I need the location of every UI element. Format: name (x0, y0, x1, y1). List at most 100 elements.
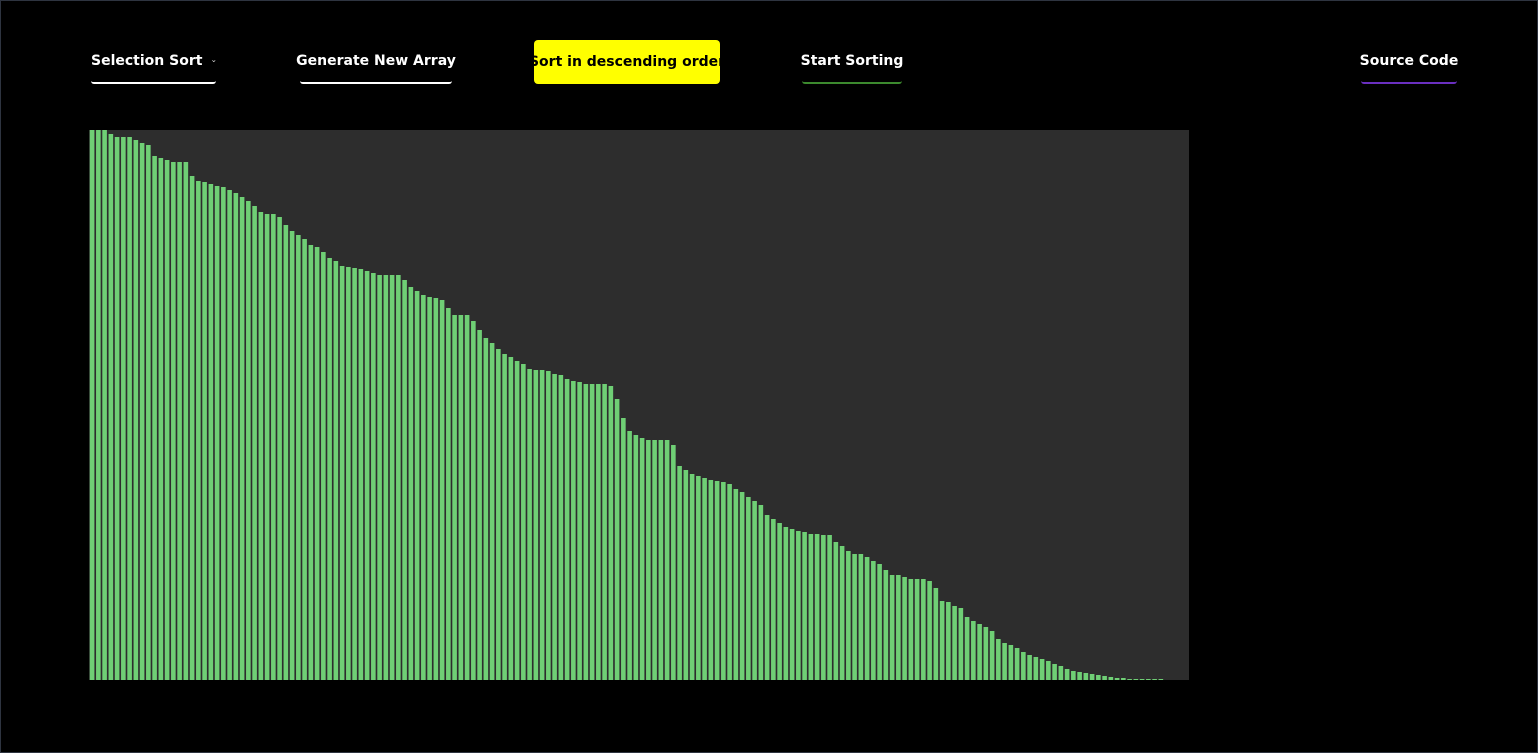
array-bar (921, 579, 926, 680)
array-bar (1089, 674, 1095, 680)
array-bar (602, 384, 607, 680)
array-bar (933, 588, 939, 680)
array-bar (777, 523, 782, 680)
array-bar (139, 143, 145, 680)
array-bar (902, 577, 907, 680)
algorithm-select-label: Selection Sort (91, 53, 203, 69)
start-sorting-button[interactable]: Start Sorting (801, 40, 903, 84)
array-bar (714, 481, 720, 680)
array-bar (252, 206, 257, 680)
array-bar (296, 235, 301, 680)
array-bar (183, 162, 189, 680)
array-bar (1077, 672, 1082, 680)
array-bar (464, 315, 470, 680)
array-bar (571, 381, 576, 680)
array-bar (833, 542, 839, 680)
array-bar (527, 369, 532, 680)
array-bar (333, 261, 339, 680)
array-bar (1158, 679, 1164, 680)
array-bar (589, 384, 595, 680)
array-bar (258, 212, 264, 680)
array-bar (364, 271, 370, 680)
array-bar (771, 519, 776, 680)
array-bar (864, 557, 870, 680)
array-bar (208, 184, 214, 680)
array-bar (421, 295, 426, 680)
array-bar (858, 554, 864, 680)
array-bar (983, 627, 989, 680)
array-bar (764, 515, 770, 680)
array-bar (277, 217, 282, 680)
algorithm-select[interactable]: Selection Sort (91, 40, 216, 84)
array-bar (302, 239, 307, 680)
array-bar (1014, 648, 1020, 680)
sort-order-label: Sort in descending order (528, 54, 726, 70)
array-bar (658, 440, 664, 680)
array-bar (408, 287, 414, 680)
array-bar (952, 606, 957, 680)
array-bar (496, 349, 501, 680)
array-bar (477, 330, 482, 680)
array-bar (1102, 676, 1107, 680)
array-bar (896, 575, 901, 680)
source-code-link[interactable]: Source Code (1360, 40, 1458, 84)
array-bar (433, 298, 439, 680)
array-bar (946, 602, 951, 680)
app-window: Selection Sort Generate New Array Sort i… (0, 0, 1538, 753)
toolbar: Selection Sort Generate New Array Sort i… (1, 40, 1537, 84)
array-bar (214, 186, 220, 680)
array-bar (558, 375, 564, 680)
array-bar (271, 214, 276, 680)
array-bar (708, 480, 714, 680)
array-bar (652, 440, 657, 680)
array-bar (239, 197, 245, 680)
array-bar (533, 370, 539, 680)
array-bar (814, 534, 820, 680)
array-bar (852, 554, 857, 680)
array-bar (871, 561, 876, 680)
array-bar (383, 275, 389, 680)
array-bar (414, 291, 420, 680)
array-bar (883, 570, 889, 680)
array-bar (121, 137, 126, 680)
generate-array-label: Generate New Array (296, 53, 456, 69)
array-bar (1114, 678, 1120, 680)
array-bar (827, 535, 832, 680)
array-bar (152, 156, 157, 680)
array-bar (1039, 659, 1045, 680)
array-bar (289, 231, 295, 680)
array-bar (502, 354, 507, 680)
sort-order-button[interactable]: Sort in descending order (529, 40, 725, 84)
array-bar (439, 300, 445, 680)
array-bar (508, 357, 514, 680)
bar-chart (89, 130, 1164, 680)
array-bar (308, 245, 314, 680)
array-bar (546, 371, 551, 680)
array-bar (402, 280, 407, 680)
array-bar (1008, 645, 1014, 680)
array-bar (283, 225, 289, 680)
array-bar (752, 501, 757, 680)
array-bar (1108, 677, 1114, 680)
array-bar (196, 181, 201, 680)
array-bar (233, 193, 239, 680)
array-bar (377, 275, 382, 680)
array-bar (1139, 679, 1145, 680)
generate-array-button[interactable]: Generate New Array (296, 40, 456, 84)
array-bar (314, 247, 320, 680)
array-bar (158, 158, 164, 680)
array-bar (321, 252, 326, 680)
array-bar (564, 379, 570, 680)
array-bar (927, 581, 932, 680)
array-bar (177, 162, 182, 680)
array-bar (677, 466, 682, 680)
array-bar (189, 176, 195, 680)
array-bar (989, 631, 995, 680)
array-bar (358, 269, 364, 680)
array-bar (1096, 675, 1101, 680)
array-bar (446, 308, 451, 680)
array-bar (396, 275, 401, 680)
array-bar (552, 374, 557, 680)
array-bar (739, 492, 745, 680)
array-bar (1071, 671, 1076, 680)
